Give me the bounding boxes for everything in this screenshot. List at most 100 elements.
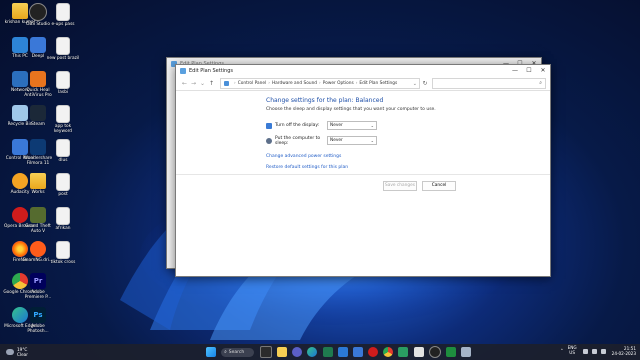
weather-condition: Clear bbox=[17, 352, 28, 357]
wifi-icon[interactable] bbox=[582, 348, 588, 354]
edge-icon[interactable] bbox=[307, 347, 318, 357]
breadcrumb-chevron-icon: › bbox=[319, 81, 321, 86]
desktop-icon[interactable]: afrikan bbox=[46, 204, 80, 231]
clock[interactable]: 21:51 24-02-2023 bbox=[612, 346, 636, 356]
task-view-icon[interactable] bbox=[259, 346, 272, 358]
window-titlebar[interactable]: Edit Plan Settings — ☐ ✕ bbox=[176, 65, 550, 77]
setting-row-display: Turn off the display: Never ⌄ bbox=[266, 120, 550, 131]
close-button[interactable]: ✕ bbox=[536, 65, 550, 77]
search-control-panel-input[interactable]: ⌕ bbox=[432, 78, 546, 89]
desktop-icon[interactable]: tiktok cross bbox=[46, 238, 80, 265]
search-icon: ⌕ bbox=[224, 350, 227, 355]
desktop-icon[interactable]: lasbi bbox=[46, 68, 80, 95]
refresh-icon[interactable]: ↻ bbox=[420, 80, 430, 87]
excel-icon[interactable] bbox=[322, 347, 333, 357]
desktop-icon-label: app tok keyword bbox=[53, 124, 73, 134]
app-icon[interactable] bbox=[398, 347, 409, 357]
display-timeout-select[interactable]: Never ⌄ bbox=[327, 121, 377, 130]
window-title: Edit Plan Settings bbox=[189, 68, 234, 74]
battery-icon[interactable] bbox=[600, 348, 606, 354]
display-timeout-value: Never bbox=[330, 123, 343, 128]
page-title: Change settings for the plan: Balanced bbox=[266, 97, 384, 104]
desktop-icon-label: dlus bbox=[58, 158, 68, 163]
document-icon bbox=[56, 241, 70, 259]
control-panel-icon[interactable] bbox=[352, 347, 363, 357]
breadcrumb-chevron-icon: › bbox=[268, 81, 270, 86]
minimize-button[interactable]: — bbox=[508, 65, 522, 77]
sleep-timeout-value: Never bbox=[330, 138, 343, 143]
page-subtitle: Choose the sleep and display settings th… bbox=[266, 107, 436, 112]
address-dropdown-icon[interactable]: ⌄ bbox=[413, 81, 417, 87]
maximize-button[interactable]: ☐ bbox=[522, 65, 536, 77]
file-explorer-icon[interactable] bbox=[276, 347, 287, 357]
breadcrumb-power-options[interactable]: Power Options bbox=[323, 81, 354, 86]
app-icon[interactable] bbox=[413, 347, 424, 357]
desktop-icon-label: lasbi bbox=[58, 90, 68, 95]
breadcrumb-edit-plan[interactable]: Edit Plan Settings bbox=[359, 81, 397, 86]
desktop: krishan kumar Network This PC Recycle Bin Co… bbox=[0, 0, 640, 344]
navigation-bar: ← → ⌄ ↑ › Control Panel › Hardware and S… bbox=[176, 77, 550, 91]
taskbar-search[interactable]: ⌕ Search bbox=[221, 347, 255, 357]
document-icon bbox=[56, 37, 70, 55]
breadcrumb-chevron-icon: › bbox=[234, 81, 236, 86]
chevron-down-icon: ⌄ bbox=[370, 138, 374, 143]
start-button[interactable] bbox=[205, 347, 216, 357]
document-icon bbox=[56, 3, 70, 21]
breadcrumb-hardware-sound[interactable]: Hardware and Sound bbox=[272, 81, 317, 86]
restore-defaults-link[interactable]: Restore default settings for this plan bbox=[266, 165, 550, 170]
save-changes-button[interactable]: Save changes bbox=[383, 181, 417, 191]
forward-arrow-icon[interactable]: → bbox=[189, 80, 198, 87]
document-icon bbox=[56, 173, 70, 191]
desktop-icon[interactable]: e-ups pass bbox=[46, 0, 80, 27]
desktop-icon[interactable]: Ps Adobe Photosh... bbox=[21, 304, 55, 334]
chevron-down-icon: ⌄ bbox=[370, 123, 374, 128]
weather-widget[interactable]: 19°C Clear bbox=[0, 347, 66, 357]
document-icon bbox=[56, 207, 70, 225]
main-content: Change settings for the plan: Balanced C… bbox=[176, 91, 550, 170]
quick-heal-icon bbox=[30, 71, 46, 87]
chevron-up-icon[interactable]: ˄ bbox=[561, 349, 566, 355]
folder-icon bbox=[30, 173, 46, 189]
display-icon bbox=[266, 122, 272, 129]
desktop-icon[interactable]: Pr Adobe Premiere P... bbox=[21, 270, 55, 300]
recent-dropdown-icon[interactable]: ⌄ bbox=[198, 80, 207, 87]
teams-chat-icon[interactable] bbox=[292, 347, 303, 357]
volume-icon[interactable] bbox=[591, 348, 597, 354]
desktop-icon-label: post bbox=[58, 192, 68, 197]
setting-row-sleep: Put the computer to sleep: Never ⌄ bbox=[266, 135, 550, 146]
up-arrow-icon[interactable]: ↑ bbox=[207, 80, 216, 87]
microsoft-store-icon[interactable] bbox=[337, 347, 348, 357]
setting-label-sleep: Put the computer to sleep: bbox=[275, 135, 321, 146]
back-arrow-icon[interactable]: ← bbox=[180, 80, 189, 87]
opera-icon[interactable] bbox=[368, 347, 379, 357]
power-options-icon[interactable] bbox=[461, 347, 472, 357]
obs-icon[interactable] bbox=[428, 346, 441, 358]
desktop-icon[interactable]: post bbox=[46, 170, 80, 197]
desktop-icon-label: afrikan bbox=[55, 226, 71, 231]
advanced-power-settings-link[interactable]: Change advanced power settings bbox=[266, 154, 550, 159]
steam-icon bbox=[30, 105, 46, 121]
keyboard-layout: US bbox=[569, 350, 575, 355]
desktop-icon-label: Adobe Premiere P... bbox=[24, 290, 52, 300]
beamng-icon bbox=[30, 241, 46, 257]
breadcrumb-control-panel[interactable]: Control Panel bbox=[238, 81, 267, 86]
divider bbox=[176, 174, 550, 175]
premiere-icon: Pr bbox=[30, 273, 46, 289]
filmora-icon bbox=[30, 139, 46, 155]
taskbar-search-label: Search bbox=[228, 349, 245, 355]
edit-plan-window[interactable]: Edit Plan Settings — ☐ ✕ ← → ⌄ ↑ › Contr… bbox=[175, 64, 551, 277]
gta-icon bbox=[30, 207, 46, 223]
desktop-icon-label: Adobe Photosh... bbox=[27, 324, 49, 334]
desktop-icon[interactable]: app tok keyword bbox=[46, 102, 80, 134]
app-icon[interactable] bbox=[446, 347, 457, 357]
cancel-button[interactable]: Cancel bbox=[422, 181, 456, 191]
chrome-icon[interactable] bbox=[383, 347, 394, 357]
language-indicator[interactable]: ENG US bbox=[568, 345, 577, 356]
address-bar[interactable]: › Control Panel › Hardware and Sound › P… bbox=[220, 78, 420, 89]
desktop-icon[interactable]: dlus bbox=[46, 136, 80, 163]
sleep-timeout-select[interactable]: Never ⌄ bbox=[327, 136, 377, 145]
desktop-icon[interactable]: new post brazil bbox=[46, 34, 80, 61]
power-options-icon bbox=[180, 68, 186, 74]
button-row: Save changes Cancel bbox=[378, 181, 456, 191]
desktop-icon-label: e-ups pass bbox=[51, 22, 75, 27]
